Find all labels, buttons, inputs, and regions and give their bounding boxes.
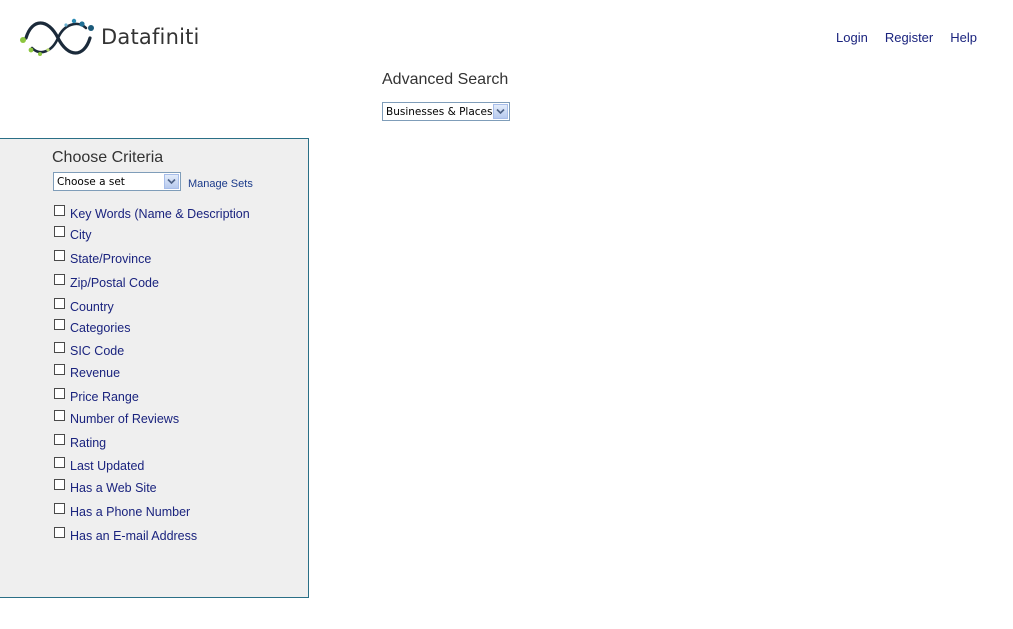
infinity-logo-icon [20, 18, 94, 56]
criteria-item-has-phone-number[interactable]: Has a Phone Number [54, 503, 190, 519]
criteria-item-sic-code[interactable]: SIC Code [54, 342, 124, 358]
criteria-label: Zip/Postal Code [70, 276, 159, 290]
checkbox[interactable] [54, 457, 65, 468]
checkbox[interactable] [54, 250, 65, 261]
chevron-down-icon[interactable] [493, 104, 508, 119]
criteria-item-has-email-address[interactable]: Has an E-mail Address [54, 527, 197, 543]
criteria-label: Categories [70, 321, 131, 335]
criteria-item-number-of-reviews[interactable]: Number of Reviews [54, 410, 179, 426]
criteria-item-zip-postal-code[interactable]: Zip/Postal Code [54, 274, 159, 290]
criteria-set-select[interactable]: Choose a set [53, 172, 181, 191]
checkbox[interactable] [54, 226, 65, 237]
datafiniti-logo[interactable]: Datafiniti [18, 16, 208, 60]
criteria-label: SIC Code [70, 344, 125, 358]
criteria-item-keywords[interactable]: Key Words (Name & Description [54, 205, 250, 221]
help-link[interactable]: Help [950, 30, 977, 45]
criteria-item-last-updated[interactable]: Last Updated [54, 457, 144, 473]
criteria-label: Key Words (Name & Description [70, 207, 250, 221]
criteria-label: Revenue [70, 366, 121, 380]
checkbox[interactable] [54, 410, 65, 421]
login-link[interactable]: Login [836, 30, 868, 45]
checkbox[interactable] [54, 527, 65, 538]
brand-name: Datafiniti [101, 25, 200, 49]
criteria-item-rating[interactable]: Rating [54, 434, 106, 450]
criteria-item-city[interactable]: City [54, 226, 92, 242]
criteria-item-state-province[interactable]: State/Province [54, 250, 151, 266]
checkbox[interactable] [54, 434, 65, 445]
checkbox[interactable] [54, 319, 65, 330]
checkbox[interactable] [54, 274, 65, 285]
checkbox[interactable] [54, 479, 65, 490]
criteria-label: Has a Phone Number [70, 505, 191, 519]
criteria-set-value: Choose a set [57, 175, 125, 188]
checkbox[interactable] [54, 298, 65, 309]
checkbox[interactable] [54, 388, 65, 399]
search-type-select[interactable]: Businesses & Places [382, 102, 510, 121]
criteria-item-price-range[interactable]: Price Range [54, 388, 139, 404]
checkbox[interactable] [54, 205, 65, 216]
chevron-down-icon[interactable] [164, 174, 179, 189]
manage-sets-link[interactable]: Manage Sets [188, 178, 253, 190]
checkbox[interactable] [54, 364, 65, 375]
top-navigation: Login Register Help [836, 30, 977, 45]
advanced-search-title: Advanced Search [382, 71, 509, 88]
criteria-item-revenue[interactable]: Revenue [54, 364, 120, 380]
criteria-label: Price Range [70, 390, 139, 404]
criteria-label: Rating [70, 436, 107, 450]
criteria-item-country[interactable]: Country [54, 298, 114, 314]
checkbox[interactable] [54, 503, 65, 514]
checkbox[interactable] [54, 342, 65, 353]
criteria-label: State/Province [70, 252, 152, 266]
choose-criteria-title: Choose Criteria [52, 149, 164, 166]
criteria-label: Number of Reviews [70, 412, 180, 426]
register-link[interactable]: Register [885, 30, 933, 45]
search-type-value: Businesses & Places [386, 105, 493, 118]
criteria-label: Has a Web Site [70, 481, 157, 495]
criteria-item-categories[interactable]: Categories [54, 319, 130, 335]
criteria-label: Last Updated [70, 459, 145, 473]
criteria-label: City [70, 228, 92, 242]
criteria-panel: Choose Criteria Choose a set Manage Sets… [0, 138, 309, 598]
criteria-item-has-web-site[interactable]: Has a Web Site [54, 479, 157, 495]
criteria-label: Country [70, 300, 114, 314]
criteria-label: Has an E-mail Address [70, 529, 198, 543]
